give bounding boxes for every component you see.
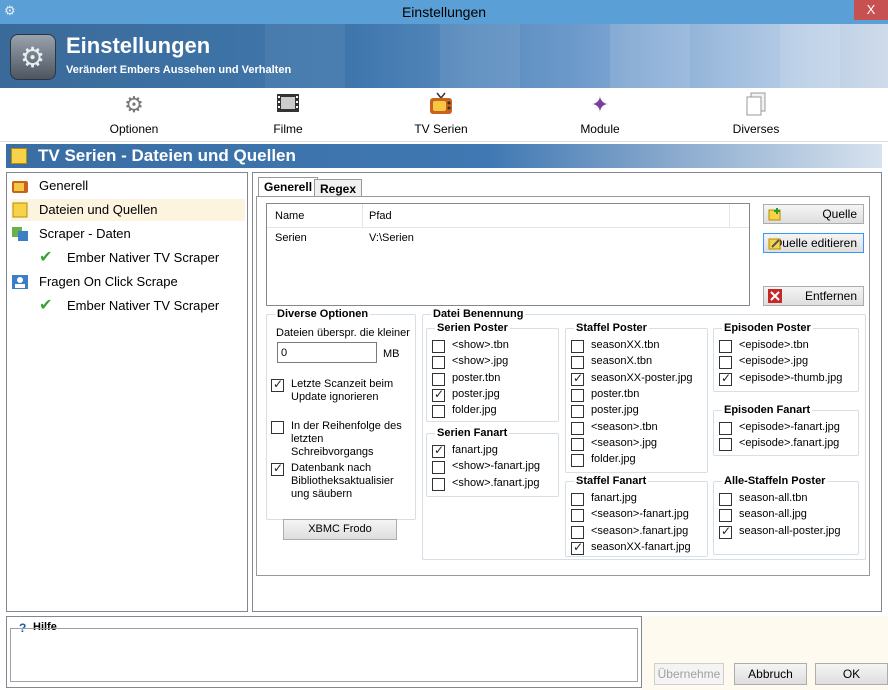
tree-item-scraper-daten[interactable]: Scraper - Daten	[11, 223, 245, 245]
add-icon	[768, 207, 782, 221]
header-banner: ⚙ Einstellungen Verändert Embers Aussehe…	[0, 24, 888, 88]
film-icon	[275, 92, 301, 118]
edit-source-button[interactable]: Quelle editieren	[763, 233, 864, 253]
settings-tree: Generell Dateien und Quellen Scraper - D…	[6, 172, 248, 612]
add-source-button[interactable]: Quelle	[763, 204, 864, 224]
tree-item-dateien-und-quellen[interactable]: Dateien und Quellen	[11, 199, 245, 221]
size-unit-label: MB	[383, 348, 400, 360]
document-icon	[743, 92, 769, 118]
note-icon	[11, 148, 27, 164]
banner-title: Einstellungen	[66, 33, 211, 58]
toolbar-tv-serien[interactable]: TV Serien	[386, 92, 496, 136]
toolbar-module[interactable]: ✦ Module	[545, 92, 655, 136]
column-pfad[interactable]: Pfad	[369, 210, 392, 222]
note-icon	[11, 202, 29, 218]
section-header: TV Serien - Dateien und Quellen	[6, 144, 882, 168]
window-title: Einstellungen	[401, 4, 487, 20]
scraper-icon	[11, 226, 29, 242]
gear-icon: ⚙	[124, 92, 144, 117]
xbmc-frodo-button[interactable]: XBMC Frodo	[283, 519, 397, 540]
tree-item-generell[interactable]: Generell	[11, 175, 245, 197]
skip-files-label: Dateien überspr. die kleiner	[276, 327, 410, 339]
check-icon: ✔	[39, 297, 53, 314]
sources-list[interactable]: Name Pfad Serien V:\Serien	[266, 203, 750, 306]
user-icon	[11, 274, 29, 290]
delete-icon	[768, 289, 782, 303]
title-bar: ⚙ Einstellungen X	[0, 0, 888, 24]
apply-button[interactable]: Übernehme	[654, 663, 724, 685]
tree-item-ember-scraper-2[interactable]: ✔ Ember Nativer TV Scraper	[39, 295, 245, 317]
toolbar-optionen[interactable]: ⚙ Optionen	[79, 92, 189, 136]
skip-size-input[interactable]: 0	[277, 342, 377, 363]
close-button[interactable]: X	[854, 0, 888, 20]
remove-source-button[interactable]: Entfernen	[763, 286, 864, 306]
help-text-area	[10, 628, 638, 682]
banner-subtitle: Verändert Embers Aussehen und Verhalten	[66, 64, 292, 76]
cancel-button[interactable]: Abbruch	[734, 663, 807, 685]
tree-item-fragen-on-click[interactable]: Fragen On Click Scrape	[11, 271, 245, 293]
tv-icon	[428, 92, 454, 118]
toolbar-filme[interactable]: Filme	[233, 92, 343, 136]
ok-button[interactable]: OK	[815, 663, 888, 685]
list-header: Name Pfad	[267, 204, 749, 228]
toolbar-diverses[interactable]: Diverses	[701, 92, 811, 136]
settings-logo-icon: ⚙	[10, 34, 56, 80]
section-title: TV Serien - Dateien und Quellen	[38, 146, 296, 165]
column-name[interactable]: Name	[275, 210, 304, 222]
edit-icon	[768, 236, 782, 250]
tv-icon	[11, 178, 29, 194]
check-icon: ✔	[39, 249, 53, 266]
category-toolbar: ⚙ Optionen Filme TV Serien ✦ Module Dive…	[0, 88, 888, 142]
puzzle-icon: ✦	[590, 92, 610, 117]
tree-item-ember-scraper-1[interactable]: ✔ Ember Nativer TV Scraper	[39, 247, 245, 269]
